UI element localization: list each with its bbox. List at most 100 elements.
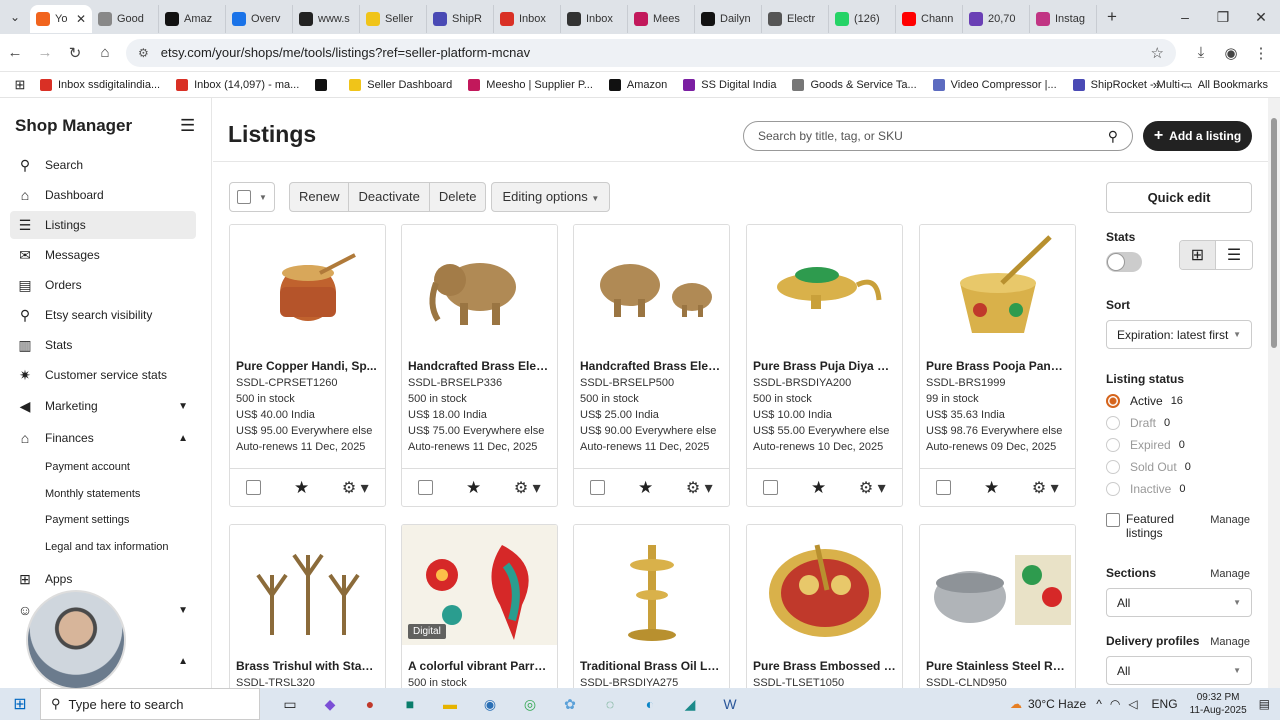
sidebar-item-search[interactable]: ⚲ Search xyxy=(10,151,196,179)
windows-start-icon[interactable]: ⊞ xyxy=(0,694,40,714)
bookmark-item[interactable]: Inbox ssdigitalindia... xyxy=(40,78,160,91)
listing-title[interactable]: Traditional Brass Oil La... xyxy=(580,659,723,673)
listing-checkbox[interactable] xyxy=(590,480,606,495)
download-icon[interactable]: ⤓ xyxy=(1186,44,1216,62)
app-icon[interactable]: ◌ xyxy=(590,688,630,720)
browser-tab[interactable]: www.s xyxy=(293,5,360,33)
close-window-button[interactable]: ✕ xyxy=(1242,0,1280,34)
listing-card[interactable]: Pure Brass Pooja Panch ... SSDL-BRS1999 99… xyxy=(919,224,1076,507)
gear-icon[interactable]: ⚙ ▾ xyxy=(514,478,541,498)
sidebar-item-messages[interactable]: ✉ Messages xyxy=(10,241,196,269)
tab-close-icon[interactable]: ✕ xyxy=(76,12,86,26)
bookmark-item[interactable]: ShipRocket - Multi-... xyxy=(1072,78,1193,91)
select-all-dropdown[interactable]: ▼ xyxy=(229,182,275,212)
listing-title[interactable]: Handcrafted Brass Elep... xyxy=(408,359,551,373)
app-icon[interactable]: ● xyxy=(350,688,390,720)
listing-title[interactable]: Pure Brass Embossed D... xyxy=(753,659,896,673)
star-icon[interactable]: ★ xyxy=(638,478,653,498)
listing-title[interactable]: Handcrafted Brass Elep... xyxy=(580,359,723,373)
delivery-manage-link[interactable]: Manage xyxy=(1210,636,1250,648)
listing-image[interactable] xyxy=(920,525,1075,645)
gear-icon[interactable]: ⚙ ▾ xyxy=(686,478,713,498)
language-indicator[interactable]: ENG xyxy=(1152,697,1178,711)
listing-title[interactable]: Pure Copper Handi, Sp... xyxy=(236,359,379,373)
taskbar-search-input[interactable]: ⚲ Type here to search xyxy=(40,688,260,720)
listing-card[interactable]: Pure Copper Handi, Sp... SSDL-CPRSET1260 5… xyxy=(229,224,386,507)
sidebar-sub-payment-settings[interactable]: Payment settings xyxy=(45,514,129,526)
grid-view-icon[interactable]: ⊞ xyxy=(1180,241,1216,269)
status-draft-radio[interactable]: Draft 0 xyxy=(1106,416,1170,430)
app-icon[interactable]: ◢ xyxy=(670,688,710,720)
listing-image[interactable]: Digital xyxy=(402,525,557,645)
sidebar-item-dashboard[interactable]: ⌂ Dashboard xyxy=(10,181,196,209)
sidebar-item-marketing[interactable]: ◀ Marketing ▼ xyxy=(10,392,196,420)
clock[interactable]: 09:32 PM 11-Aug-2025 xyxy=(1190,691,1247,717)
network-icon[interactable]: ◠ xyxy=(1110,697,1120,711)
sections-select[interactable]: All ▼ xyxy=(1106,588,1252,617)
file-explorer-icon[interactable]: ▬ xyxy=(430,688,470,720)
reload-icon[interactable]: ↻ xyxy=(60,44,90,62)
delete-button[interactable]: Delete xyxy=(430,183,486,211)
browser-tab[interactable]: Inbox xyxy=(494,5,561,33)
listing-card[interactable]: Digital A colorful vibrant Parrot... 500 i… xyxy=(401,524,558,694)
listing-card[interactable]: Handcrafted Brass Elep... SSDL-BRSELP500 5… xyxy=(573,224,730,507)
featured-checkbox[interactable] xyxy=(1106,513,1120,527)
radio-button[interactable] xyxy=(1106,394,1120,408)
radio-button[interactable] xyxy=(1106,460,1120,474)
gear-icon[interactable]: ⚙ ▾ xyxy=(1032,478,1059,498)
status-expired-radio[interactable]: Expired 0 xyxy=(1106,438,1185,452)
bookmark-star-icon[interactable]: ☆ xyxy=(1151,44,1164,62)
search-icon[interactable]: ⚲ xyxy=(1108,128,1118,145)
profile-icon[interactable]: ◉ xyxy=(1216,44,1246,62)
forward-icon[interactable]: → xyxy=(30,44,60,61)
radio-button[interactable] xyxy=(1106,482,1120,496)
delivery-select[interactable]: All ▼ xyxy=(1106,656,1252,685)
word-icon[interactable]: W xyxy=(710,688,750,720)
hamburger-menu-icon[interactable]: ☰ xyxy=(180,116,195,136)
browser-tab[interactable]: Amaz xyxy=(159,5,226,33)
listing-title[interactable]: Pure Brass Puja Diya wit... xyxy=(753,359,896,373)
listing-card[interactable]: Traditional Brass Oil La... SSDL-BRSDIYA2… xyxy=(573,524,730,694)
listing-card[interactable]: Handcrafted Brass Elep... SSDL-BRSELP336 5… xyxy=(401,224,558,507)
radio-button[interactable] xyxy=(1106,416,1120,430)
status-active-radio[interactable]: Active 16 xyxy=(1106,394,1183,408)
sort-select[interactable]: Expiration: latest first ▼ xyxy=(1106,320,1252,349)
listing-title[interactable]: Pure Brass Pooja Panch ... xyxy=(926,359,1069,373)
gear-icon[interactable]: ⚙ ▾ xyxy=(342,478,369,498)
sidebar-item-stats[interactable]: ▥ Stats xyxy=(10,331,196,359)
scrollbar-thumb[interactable] xyxy=(1271,118,1277,348)
bookmark-item[interactable]: Meesho | Supplier P... xyxy=(468,78,593,91)
add-listing-button[interactable]: + Add a listing xyxy=(1143,121,1252,151)
app-icon[interactable]: ■ xyxy=(390,688,430,720)
browser-tab[interactable]: ShipR xyxy=(427,5,494,33)
listing-checkbox[interactable] xyxy=(936,480,952,495)
browser-tab[interactable]: 20,70 xyxy=(963,5,1030,33)
select-all-checkbox[interactable] xyxy=(237,190,252,204)
weather-text[interactable]: 30°C Haze xyxy=(1028,697,1086,711)
star-icon[interactable]: ★ xyxy=(984,478,999,498)
browser-tab[interactable]: Mees xyxy=(628,5,695,33)
browser-tab[interactable]: Yo ✕ xyxy=(30,5,92,33)
listing-image[interactable] xyxy=(574,525,729,645)
listing-image[interactable] xyxy=(230,225,385,345)
bookmark-item[interactable]: Goods & Service Ta... xyxy=(792,78,917,91)
status-inactive-radio[interactable]: Inactive 0 xyxy=(1106,482,1185,496)
browser-tab[interactable]: Good xyxy=(92,5,159,33)
listing-checkbox[interactable] xyxy=(763,480,779,495)
browser-tab[interactable]: Overv xyxy=(226,5,293,33)
listing-image[interactable] xyxy=(747,225,902,345)
star-icon[interactable]: ★ xyxy=(294,478,309,498)
star-icon[interactable]: ★ xyxy=(811,478,826,498)
listing-search-input[interactable]: Search by title, tag, or SKU ⚲ xyxy=(743,121,1133,151)
listing-title[interactable]: A colorful vibrant Parrot... xyxy=(408,659,551,673)
app-icon[interactable]: ✿ xyxy=(550,688,590,720)
browser-tab[interactable]: Instag xyxy=(1030,5,1097,33)
browser-menu-icon[interactable]: ⋮ xyxy=(1246,44,1276,62)
sections-manage-link[interactable]: Manage xyxy=(1210,568,1250,580)
bookmark-item[interactable]: SS Digital India xyxy=(683,78,776,91)
apps-grid-icon[interactable]: ⊞ xyxy=(0,77,40,93)
minimize-button[interactable]: – xyxy=(1166,0,1204,34)
browser-tab[interactable]: Electr xyxy=(762,5,829,33)
bookmark-item[interactable]: Seller Dashboard xyxy=(349,78,452,91)
new-tab-button[interactable]: + xyxy=(1097,7,1127,27)
